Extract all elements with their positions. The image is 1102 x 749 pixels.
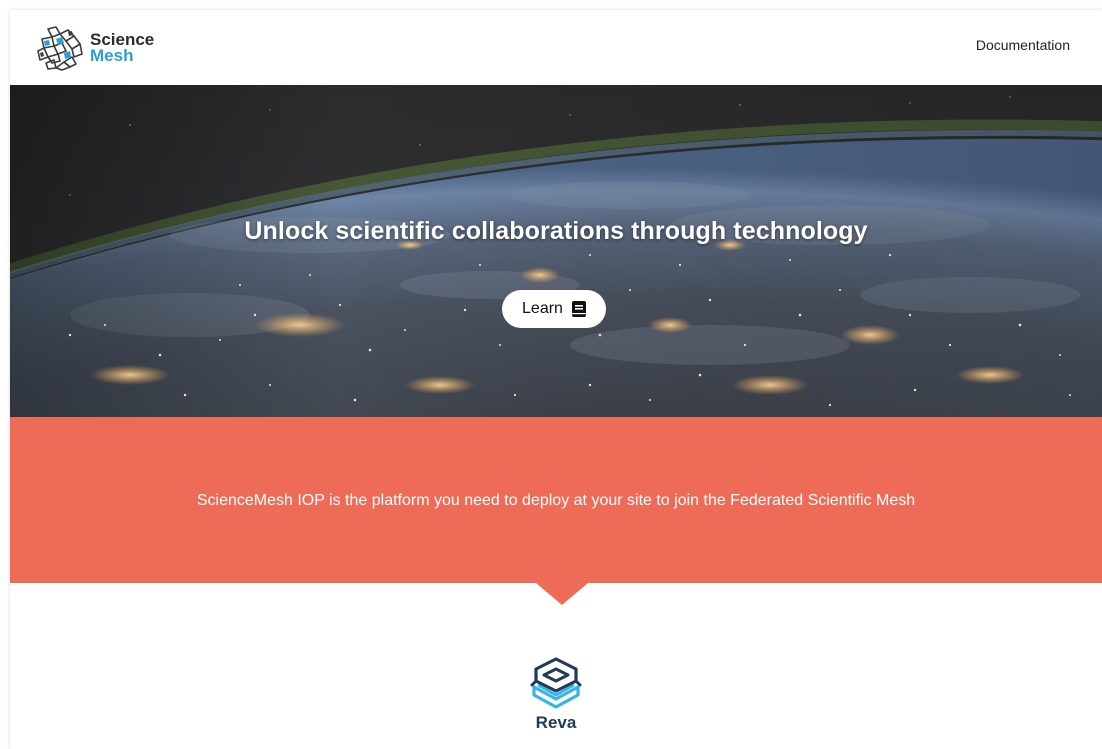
nav-link-documentation[interactable]: Documentation: [976, 37, 1070, 53]
hero-title: Unlock scientific collaborations through…: [244, 217, 868, 245]
reva-label: Reva: [535, 713, 577, 732]
reva-block[interactable]: Reva: [506, 655, 606, 733]
learn-button-label: Learn: [522, 300, 563, 317]
book-icon: [571, 301, 586, 317]
intro-band: ScienceMesh IOP is the platform you need…: [10, 417, 1102, 583]
brand-word-mesh: Mesh: [90, 46, 134, 65]
learn-button[interactable]: Learn: [502, 290, 606, 328]
brand-logo-link[interactable]: Science Mesh: [34, 24, 154, 72]
navbar: Science Mesh Documentation: [10, 10, 1102, 85]
band-pointer-arrow: [536, 583, 588, 605]
earth-night-background: [10, 85, 1102, 417]
page: Science Mesh Documentation Unlock scient…: [10, 10, 1102, 749]
brand-text: Science Mesh: [90, 31, 154, 65]
sciencemesh-logo-icon: [37, 26, 83, 71]
reva-logo-icon: [530, 657, 582, 709]
hero-section: Unlock scientific collaborations through…: [10, 85, 1102, 417]
intro-text: ScienceMesh IOP is the platform you need…: [196, 492, 916, 509]
